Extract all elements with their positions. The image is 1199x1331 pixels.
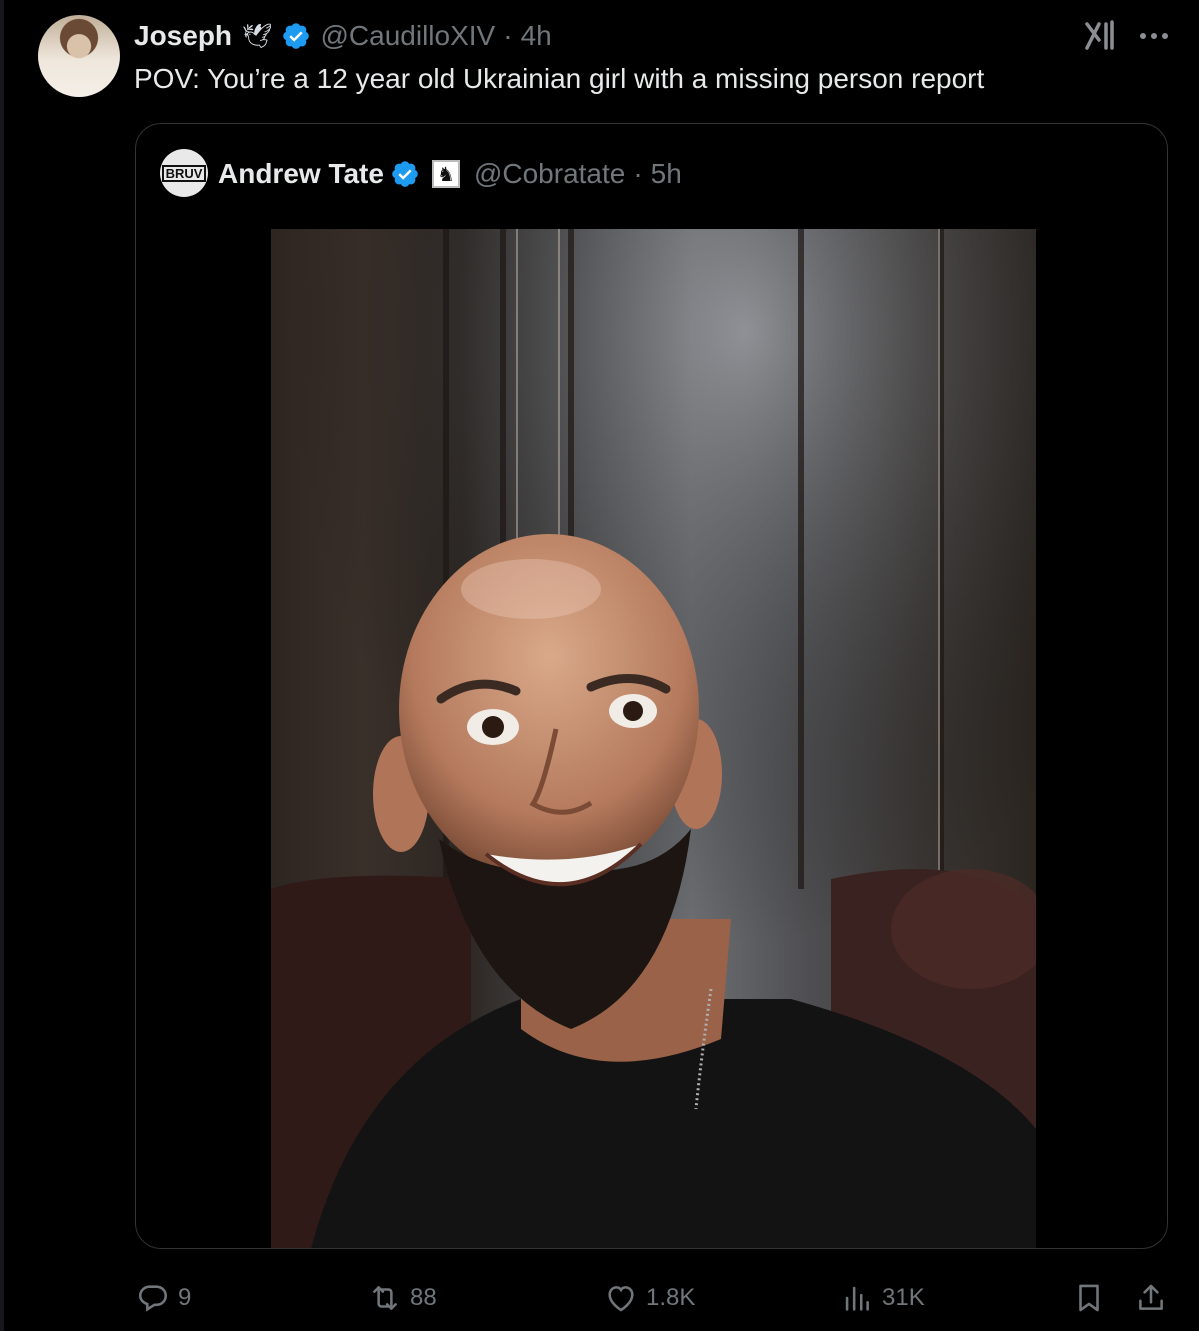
separator-dot: · — [503, 20, 513, 51]
tweet-time[interactable]: 4h — [521, 20, 552, 52]
views-chart-icon — [845, 1286, 869, 1311]
repost-count: 88 — [410, 1284, 437, 1311]
more-options-icon — [1140, 33, 1168, 39]
grok-button[interactable] — [1078, 14, 1122, 58]
bookmark-button[interactable] — [1072, 1270, 1106, 1326]
tweet-text: POV: You’re a 12 year old Ukrainian girl… — [134, 63, 985, 94]
views-count: 31K — [882, 1284, 925, 1311]
tweet-header: Joseph 🕊 @CaudilloXIV · 4h — [134, 16, 552, 56]
like-count: 1.8K — [646, 1284, 696, 1311]
more-options-button[interactable] — [1134, 14, 1174, 58]
author-handle[interactable]: @CaudilloXIV — [321, 20, 496, 52]
bookmark-icon — [1079, 1284, 1099, 1312]
views-button[interactable]: 31K — [840, 1270, 925, 1326]
quoted-author-avatar[interactable]: BRUV — [160, 149, 208, 197]
repost-button[interactable]: 88 — [368, 1270, 437, 1326]
quoted-author-handle[interactable]: @Cobratate — [474, 158, 625, 190]
quoted-avatar-logo-text: BRUV — [161, 164, 207, 182]
reply-icon — [138, 1285, 168, 1312]
quoted-author-name[interactable]: Andrew Tate — [218, 158, 384, 190]
verified-badge-icon — [392, 161, 418, 187]
heart-icon — [608, 1286, 634, 1312]
reply-count: 9 — [178, 1284, 192, 1311]
quoted-photo[interactable] — [271, 229, 1036, 1248]
affiliate-badge-icon[interactable]: ♞ — [431, 160, 460, 188]
like-button[interactable]: 1.8K — [604, 1270, 695, 1326]
repost-icon — [373, 1286, 397, 1310]
reply-button[interactable]: 9 — [136, 1270, 191, 1326]
quoted-time[interactable]: 5h — [651, 158, 682, 190]
quoted-tweet[interactable]: BRUV Andrew Tate ♞ @Cobratate · 5h — [135, 123, 1168, 1249]
tweet[interactable]: Joseph 🕊 @CaudilloXIV · 4h POV: You’re a… — [0, 0, 1199, 1331]
author-avatar[interactable] — [38, 15, 120, 97]
share-icon — [1139, 1284, 1163, 1310]
verified-badge-icon — [282, 23, 309, 49]
dove-emoji: 🕊 — [242, 22, 273, 50]
separator-dot: · — [633, 158, 643, 189]
author-name[interactable]: Joseph — [134, 20, 232, 52]
share-button[interactable] — [1134, 1270, 1168, 1326]
quoted-header: Andrew Tate ♞ @Cobratate · 5h — [218, 154, 682, 194]
action-bar: 9 88 1.8K 31K — [0, 1270, 1199, 1326]
grok-icon — [1085, 20, 1114, 50]
